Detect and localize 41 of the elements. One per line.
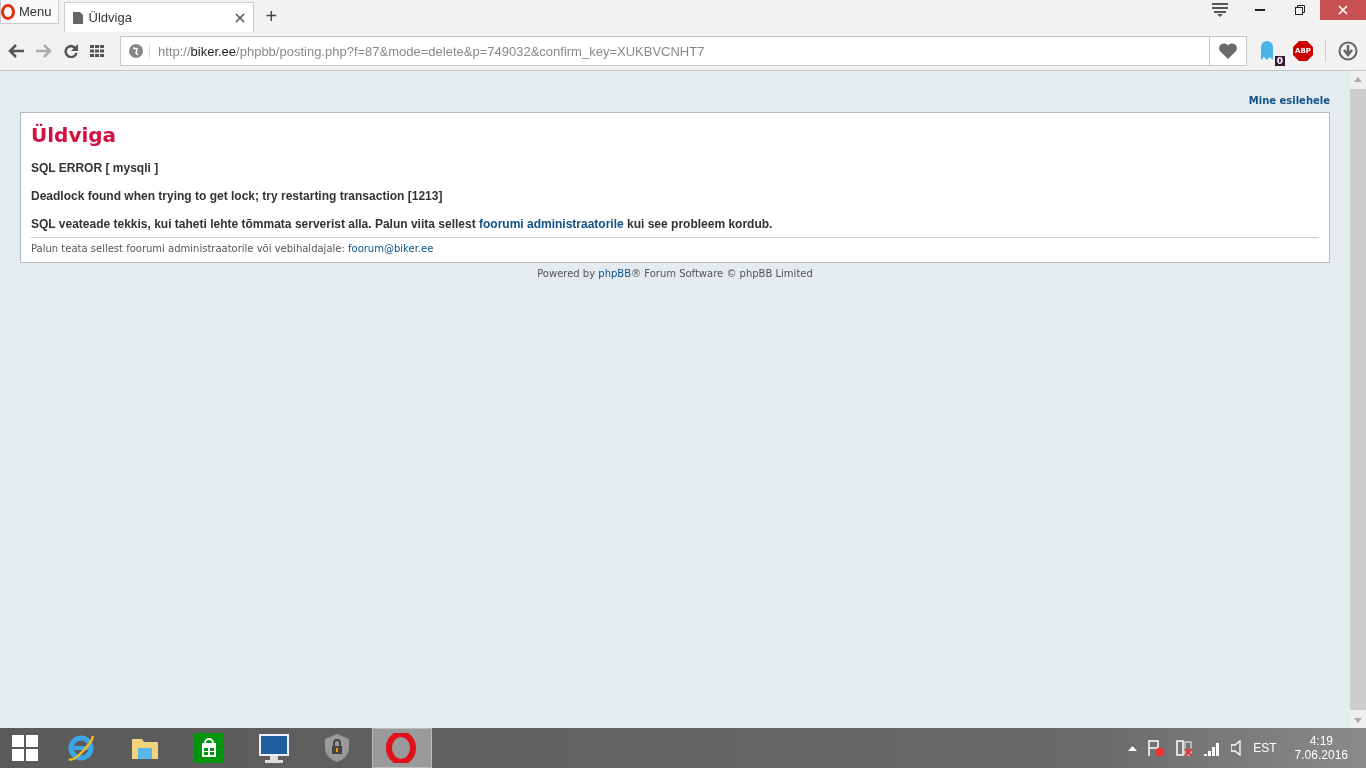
monitor-icon[interactable]: [258, 733, 290, 763]
input-language[interactable]: EST: [1253, 741, 1277, 755]
close-icon: [1338, 5, 1348, 15]
reload-icon[interactable]: [64, 44, 78, 58]
home-link[interactable]: Mine esilehele: [1248, 95, 1330, 106]
powered-by-text: Powered by phpBB® Forum Software © phpBB Limited: [536, 268, 814, 279]
back-arrow-icon[interactable]: [8, 44, 24, 58]
clock-date: 7.06.2016: [1294, 748, 1348, 762]
opera-logo-icon: [1, 3, 15, 20]
extension-badge: 0: [1274, 56, 1285, 66]
windows-start-icon[interactable]: [12, 735, 38, 761]
power-error-icon[interactable]: [1175, 739, 1194, 757]
error-message: Deadlock found when trying to get lock; try restarting transaction [1213]: [31, 189, 444, 203]
speaker-icon[interactable]: [1231, 740, 1244, 756]
contact-note: Palun teata sellest foorumi administraatorile või vebihaldajale: foorum@biker.ee: [31, 243, 435, 254]
error-message: SQL veateade tekkis, kui taheti lehte tõmmata serverist alla. Palun viita sellest foorumi administraatorile kui see probleem kordub.: [31, 217, 774, 231]
speed-dial-grid-icon[interactable]: [90, 45, 104, 57]
error-title: Üldviga: [31, 123, 118, 147]
clock[interactable]: 4:19 7.06.2016: [1294, 734, 1348, 762]
error-message: SQL ERROR [ mysqli ]: [31, 161, 160, 175]
heart-icon[interactable]: [1219, 43, 1237, 59]
download-icon[interactable]: [1338, 41, 1358, 61]
phpbb-link[interactable]: phpBB: [598, 268, 632, 279]
address-bar[interactable]: http://biker.ee/phpbb/posting.php?f=87&mode=delete&p=749032&confirm_key=XUKBVCNHT7: [120, 36, 1247, 66]
show-hidden-icons-arrow[interactable]: [1128, 745, 1138, 751]
clock-time: 4:19: [1309, 734, 1333, 748]
email-link[interactable]: foorum@biker.ee: [348, 243, 434, 254]
admin-link[interactable]: foorumi administraatorile: [479, 217, 624, 231]
close-window-button[interactable]: [1320, 0, 1366, 20]
scrollbar-thumb[interactable]: [1350, 89, 1366, 710]
flag-error-icon[interactable]: [1147, 739, 1166, 757]
signal-bars-icon[interactable]: [1203, 740, 1222, 756]
store-icon[interactable]: [194, 733, 226, 763]
new-tab-button[interactable]: +: [265, 5, 278, 28]
menu-button[interactable]: Menu: [0, 0, 59, 24]
document-icon: [72, 11, 83, 24]
browser-tab[interactable]: Üldviga: [63, 2, 254, 32]
tab-menu-icon[interactable]: [1212, 3, 1228, 17]
restore-icon[interactable]: [1295, 5, 1305, 15]
globe-icon: [129, 44, 143, 58]
close-icon[interactable]: [234, 12, 245, 23]
